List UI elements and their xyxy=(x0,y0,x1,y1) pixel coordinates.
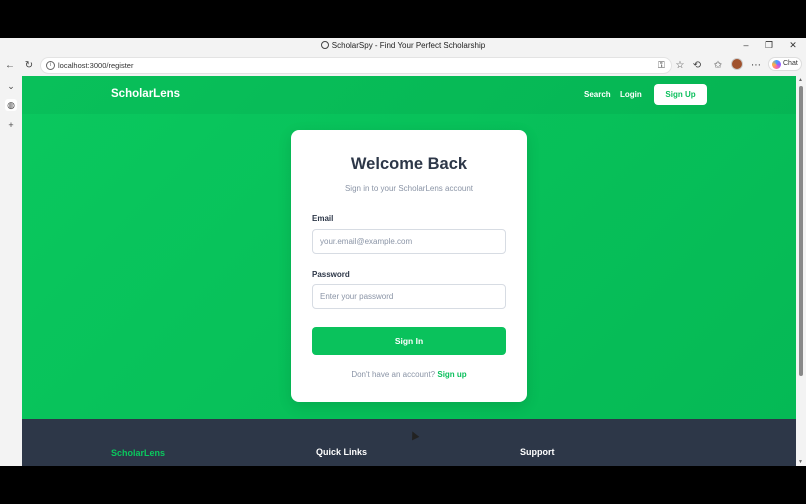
address-bar[interactable]: i localhost:3000/register ⚿ xyxy=(40,57,672,74)
title-bar: ScholarSpy - Find Your Perfect Scholarsh… xyxy=(0,38,806,56)
url-text[interactable]: localhost:3000/register xyxy=(58,61,133,70)
page-subtitle: Sign in to your ScholarLens account xyxy=(344,184,474,193)
footer: ScholarLens Quick Links Support xyxy=(22,419,796,466)
brand-logo[interactable]: ScholarLens xyxy=(111,88,180,100)
scroll-down-icon[interactable]: ▼ xyxy=(798,459,803,465)
favorites-icon[interactable]: ✩ xyxy=(711,59,725,73)
profile-avatar[interactable] xyxy=(731,58,743,70)
page-title: Welcome Back xyxy=(350,155,468,173)
footer-brand[interactable]: ScholarLens xyxy=(111,448,165,458)
login-card: Welcome Back Sign in to your ScholarLens… xyxy=(291,130,527,402)
password-field[interactable] xyxy=(312,284,506,309)
close-button[interactable]: ✕ xyxy=(787,40,799,51)
signup-prompt: Don't have an account? Sign up xyxy=(291,370,527,379)
footer-heading-quick-links: Quick Links xyxy=(316,447,368,457)
info-icon[interactable]: i xyxy=(46,61,55,70)
globe-icon xyxy=(320,41,329,49)
refresh-icon[interactable]: ↻ xyxy=(22,59,36,73)
chat-label: Chat xyxy=(783,60,798,67)
email-label: Email xyxy=(312,214,334,223)
signup-button[interactable]: Sign Up xyxy=(654,84,707,105)
signin-button[interactable]: Sign In xyxy=(312,327,506,355)
browser-window: ScholarSpy - Find Your Perfect Scholarsh… xyxy=(0,38,806,466)
footer-heading-support: Support xyxy=(520,447,555,457)
key-icon[interactable]: ⚿ xyxy=(658,60,665,71)
chevron-down-icon[interactable]: ⌄ xyxy=(5,80,17,92)
more-icon[interactable]: ⋯ xyxy=(749,59,763,73)
password-label: Password xyxy=(312,270,350,279)
minimize-button[interactable]: – xyxy=(740,40,752,50)
extensions-icon[interactable]: ⟲ xyxy=(690,59,704,73)
copilot-icon xyxy=(772,60,781,69)
scroll-up-icon[interactable]: ▲ xyxy=(798,77,803,83)
scrollbar[interactable]: ▲ ▼ xyxy=(796,76,806,466)
window-title-text: ScholarSpy - Find Your Perfect Scholarsh… xyxy=(331,41,486,50)
star-icon[interactable]: ☆ xyxy=(673,59,687,73)
hero-section: ScholarLens Search Login Sign Up Welcome… xyxy=(22,76,796,419)
nav-link-search[interactable]: Search xyxy=(584,90,611,99)
signup-link[interactable]: Sign up xyxy=(437,370,466,379)
email-field[interactable] xyxy=(312,229,506,254)
vertical-tab-strip: ⌄ ◍ + xyxy=(0,76,22,466)
top-nav: ScholarLens Search Login Sign Up xyxy=(22,76,796,114)
plus-icon[interactable]: + xyxy=(5,119,17,131)
window-title: ScholarSpy - Find Your Perfect Scholarsh… xyxy=(0,41,806,50)
browser-toolbar: ← ↻ i localhost:3000/register ⚿ ☆ ⟲ ✩ ⋯ xyxy=(0,56,806,76)
screen: ScholarSpy - Find Your Perfect Scholarsh… xyxy=(0,0,806,504)
back-arrow-icon[interactable]: ← xyxy=(3,59,17,73)
page-viewport: ScholarLens Search Login Sign Up Welcome… xyxy=(22,76,796,466)
no-account-text: Don't have an account? xyxy=(351,370,436,379)
globe-icon[interactable]: ◍ xyxy=(5,99,17,111)
restore-button[interactable]: ❐ xyxy=(763,40,775,51)
chat-button[interactable]: Chat xyxy=(768,57,802,71)
nav-link-login[interactable]: Login xyxy=(620,90,642,99)
scrollbar-thumb[interactable] xyxy=(799,86,803,376)
